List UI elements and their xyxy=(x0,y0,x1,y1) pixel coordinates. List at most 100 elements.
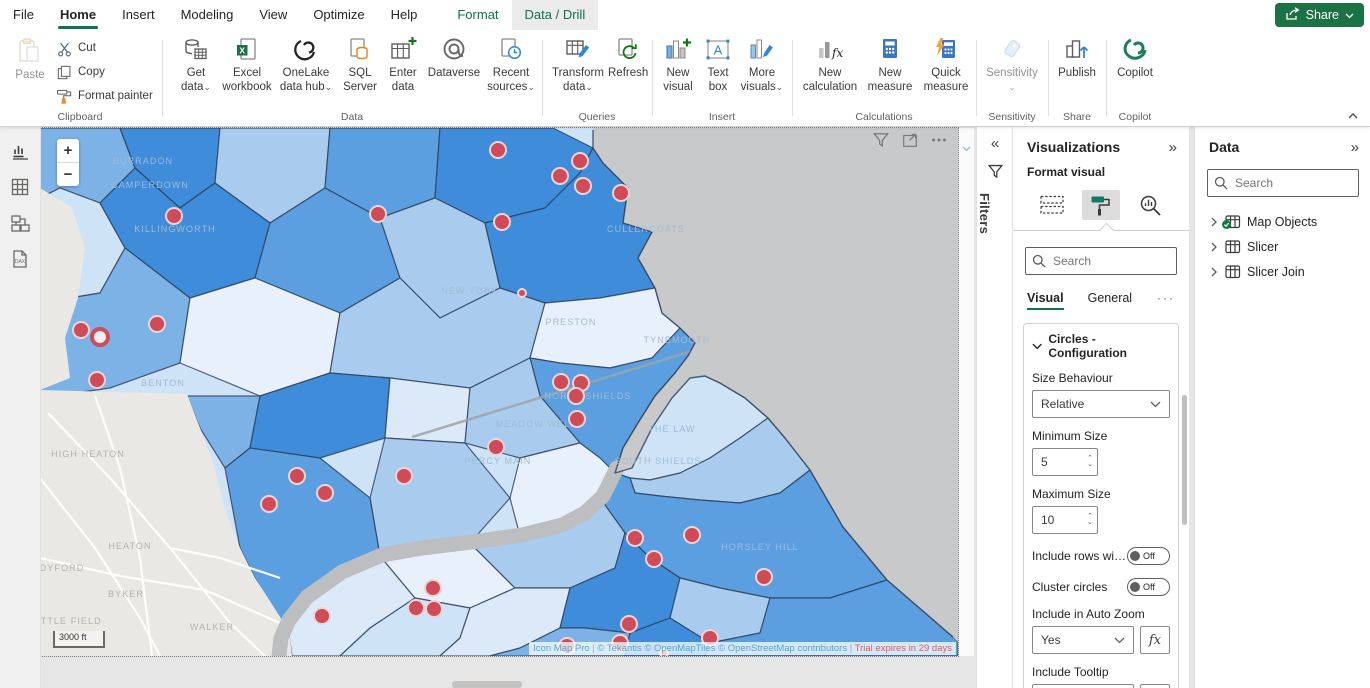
map-marker[interactable] xyxy=(568,388,584,404)
collapse-visualizations-icon[interactable]: » xyxy=(1169,140,1177,155)
data-search[interactable] xyxy=(1207,169,1359,197)
more-format-options-icon[interactable]: ··· xyxy=(1157,291,1175,305)
canvas-vertical-scrollbar[interactable] xyxy=(959,128,974,656)
analytics-tab[interactable] xyxy=(1131,190,1169,220)
zoom-in-button[interactable]: + xyxy=(57,139,79,163)
cluster-circles-toggle[interactable]: Off xyxy=(1127,578,1170,596)
map-marker[interactable] xyxy=(166,208,182,224)
circles-configuration-header[interactable]: Circles - Configuration xyxy=(1032,332,1170,360)
get-data-button[interactable]: Get data⌄ xyxy=(174,36,218,94)
refresh-button[interactable]: Refresh xyxy=(608,36,648,81)
minimum-size-input[interactable] xyxy=(1033,454,1077,470)
collapse-data-pane-icon[interactable]: » xyxy=(1351,140,1359,155)
map-marker[interactable] xyxy=(575,178,591,194)
dax-query-view-button[interactable]: DAX xyxy=(0,241,40,277)
quick-measure-button[interactable]: Quick measure xyxy=(920,36,972,94)
model-view-button[interactable] xyxy=(0,205,40,241)
map-marker[interactable] xyxy=(488,439,504,455)
report-view-button[interactable] xyxy=(0,133,40,169)
recent-sources-button[interactable]: Recent sources⌄ xyxy=(486,36,536,94)
visualizations-scrollbar[interactable] xyxy=(1182,395,1187,525)
canvas-horizontal-scrollbar[interactable] xyxy=(452,681,522,688)
map-marker[interactable] xyxy=(314,608,330,624)
sensitivity-button[interactable]: Sensitivity ⌄ xyxy=(984,36,1040,94)
format-painter-button[interactable]: Format painter xyxy=(56,88,153,105)
table-map-objects[interactable]: Map Objects xyxy=(1195,209,1370,234)
map-marker[interactable] xyxy=(317,485,333,501)
tab-insert[interactable]: Insert xyxy=(109,0,168,30)
auto-zoom-dropdown[interactable]: Yes xyxy=(1032,626,1134,654)
map-marker[interactable] xyxy=(89,372,105,388)
maximum-size-input[interactable] xyxy=(1033,512,1077,528)
zoom-out-button[interactable]: − xyxy=(57,163,79,186)
visualizations-search[interactable] xyxy=(1025,247,1177,275)
enter-data-button[interactable]: Enter data xyxy=(384,36,422,94)
onelake-data-hub-button[interactable]: OneLake data hub⌄ xyxy=(276,36,336,94)
sql-server-button[interactable]: SQL Server xyxy=(340,36,380,94)
map-marker[interactable] xyxy=(613,185,629,201)
publish-button[interactable]: Publish xyxy=(1054,36,1100,81)
choropleth-map[interactable]: BURRADONCAMPERDOWNKILLINGWORTHNEW YORKCU… xyxy=(40,128,958,656)
stepper-arrows-icon[interactable]: ⌃⌄ xyxy=(1087,456,1093,468)
map-marker[interactable] xyxy=(621,616,637,632)
search-input[interactable] xyxy=(1051,253,1170,269)
search-input[interactable] xyxy=(1233,175,1352,191)
tab-help[interactable]: Help xyxy=(378,0,431,30)
tab-modeling[interactable]: Modeling xyxy=(168,0,247,30)
cut-button[interactable]: Cut xyxy=(56,40,96,57)
map-marker[interactable] xyxy=(426,601,442,617)
copilot-button[interactable]: Copilot xyxy=(1112,36,1158,81)
map-marker[interactable] xyxy=(553,374,569,390)
text-box-button[interactable]: A Text box xyxy=(700,36,736,94)
include-rows-toggle[interactable]: Off xyxy=(1127,547,1170,565)
map-marker[interactable] xyxy=(92,329,108,345)
tab-file[interactable]: File xyxy=(0,0,47,30)
map-marker[interactable] xyxy=(261,496,277,512)
build-visual-tab[interactable] xyxy=(1033,190,1071,220)
map-marker[interactable] xyxy=(569,411,585,427)
map-marker[interactable] xyxy=(73,322,89,338)
minimum-size-stepper[interactable]: ⌃⌄ xyxy=(1032,448,1098,476)
tab-visual[interactable]: Visual xyxy=(1027,291,1064,305)
auto-zoom-fx-button[interactable]: fx xyxy=(1140,626,1170,654)
map-marker[interactable] xyxy=(149,316,165,332)
map-marker[interactable] xyxy=(518,289,526,297)
attribution-product[interactable]: Icon Map Pro xyxy=(533,643,590,654)
map-marker[interactable] xyxy=(408,600,424,616)
tab-format[interactable]: Format xyxy=(444,0,511,30)
new-measure-button[interactable]: New measure xyxy=(864,36,916,94)
more-visuals-button[interactable]: More visuals⌄ xyxy=(738,36,786,94)
share-button[interactable]: Share xyxy=(1275,3,1364,27)
new-visual-button[interactable]: New visual xyxy=(658,36,698,94)
maximum-size-stepper[interactable]: ⌃⌄ xyxy=(1032,506,1098,534)
tab-optimize[interactable]: Optimize xyxy=(300,0,377,30)
new-calculation-button[interactable]: fx New calculation xyxy=(800,36,860,94)
attribution-link[interactable]: © OpenStreetMap contributors xyxy=(718,643,847,654)
table-view-button[interactable] xyxy=(0,169,40,205)
format-visual-tab[interactable] xyxy=(1082,190,1120,220)
map-marker[interactable] xyxy=(684,527,700,543)
map-marker[interactable] xyxy=(396,468,412,484)
attribution-link[interactable]: © OpenMapTiles xyxy=(644,643,715,654)
dataverse-button[interactable]: Dataverse xyxy=(426,36,482,81)
map-marker[interactable] xyxy=(490,142,506,158)
map-marker[interactable] xyxy=(756,569,772,585)
table-slicer-join[interactable]: Slicer Join xyxy=(1195,259,1370,284)
map-marker[interactable] xyxy=(627,530,643,546)
include-tooltip-dropdown[interactable]: Yes xyxy=(1032,684,1134,688)
copy-button[interactable]: Copy xyxy=(56,64,105,81)
transform-data-button[interactable]: Transform data⌄ xyxy=(550,36,606,94)
expand-filters-icon[interactable]: « xyxy=(977,136,1013,151)
map-marker[interactable] xyxy=(572,153,588,169)
paste-button[interactable]: Paste xyxy=(8,36,52,83)
tab-general[interactable]: General xyxy=(1088,291,1132,305)
include-tooltip-fx-button[interactable]: fx xyxy=(1140,684,1170,688)
filter-icon[interactable] xyxy=(872,131,890,152)
stepper-arrows-icon[interactable]: ⌃⌄ xyxy=(1087,514,1093,526)
map-marker[interactable] xyxy=(425,580,441,596)
focus-mode-icon[interactable] xyxy=(901,131,919,152)
attribution-link[interactable]: © Tekantis xyxy=(597,643,641,654)
tab-view[interactable]: View xyxy=(246,0,300,30)
more-options-icon[interactable] xyxy=(930,131,948,152)
map-marker[interactable] xyxy=(494,214,510,230)
